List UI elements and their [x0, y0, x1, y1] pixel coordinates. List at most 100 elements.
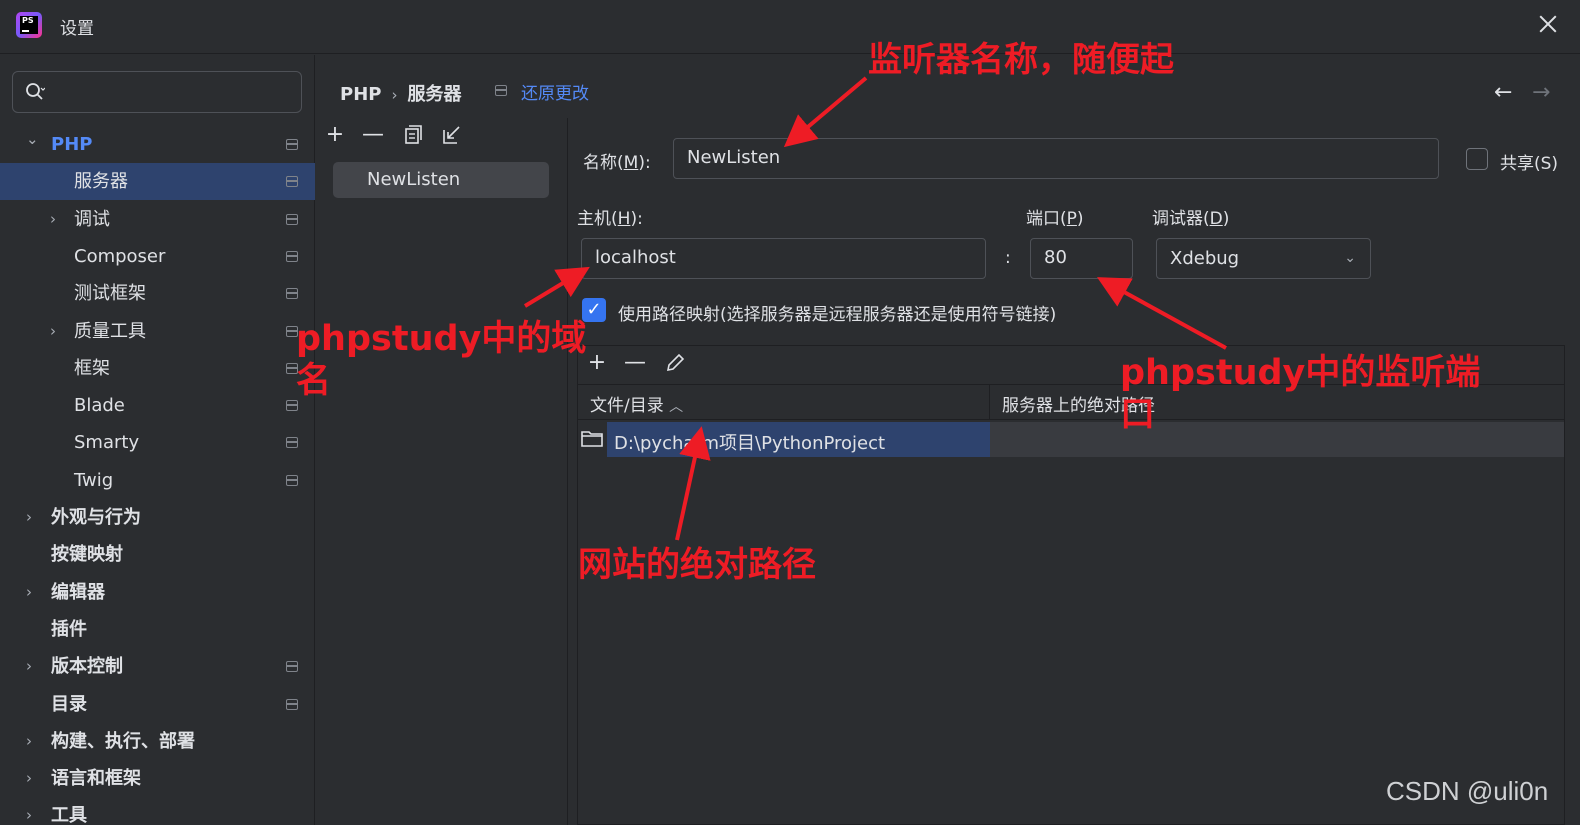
project-level-icon — [286, 699, 298, 710]
sidebar-item-label: 测试框架 — [74, 283, 146, 304]
sidebar-item-11[interactable]: 按键映射 — [0, 536, 315, 573]
sidebar-item-13[interactable]: 插件 — [0, 611, 315, 648]
host-field[interactable]: localhost — [581, 238, 986, 279]
sidebar-item-12[interactable]: › 编辑器 — [0, 574, 315, 611]
chevron-right-icon[interactable]: › — [26, 648, 40, 685]
sidebar-item-1[interactable]: 服务器 — [0, 163, 315, 200]
column-header-local[interactable]: 文件/目录 ︿ — [590, 391, 683, 416]
sidebar-item-2[interactable]: › 调试 — [0, 201, 315, 238]
sidebar-item-label: 目录 — [51, 694, 87, 715]
sidebar-item-7[interactable]: Blade — [0, 387, 315, 424]
import-icon[interactable] — [439, 122, 465, 148]
phpstorm-logo-icon: PS — [16, 12, 42, 38]
sidebar-item-9[interactable]: Twig — [0, 462, 315, 499]
chevron-down-icon[interactable]: ⌄ — [26, 121, 40, 158]
name-field[interactable]: NewListen — [673, 138, 1439, 179]
annotation-path: 网站的绝对路径 — [578, 545, 816, 585]
project-level-icon — [286, 288, 298, 299]
project-level-icon — [286, 251, 298, 262]
sidebar-item-14[interactable]: › 版本控制 — [0, 648, 315, 685]
host-label: 主机(H): — [577, 209, 643, 229]
sidebar-item-16[interactable]: › 构建、执行、部署 — [0, 723, 315, 760]
sidebar-item-6[interactable]: 框架 — [0, 350, 315, 387]
local-path-cell[interactable]: D:\pycharm项目\PythonProject — [614, 429, 885, 455]
project-level-icon — [286, 214, 298, 225]
port-label: 端口(P) — [1026, 209, 1084, 229]
add-mapping-icon[interactable]: + — [584, 350, 610, 376]
sidebar-item-label: 构建、执行、部署 — [51, 731, 195, 752]
breadcrumb-servers: 服务器 — [407, 84, 462, 105]
sidebar-item-label: 版本控制 — [51, 656, 123, 677]
server-list-panel — [316, 118, 568, 825]
debugger-select[interactable]: Xdebug ⌄ — [1156, 238, 1371, 279]
folder-icon — [581, 431, 603, 447]
chevron-right-icon[interactable]: › — [26, 760, 40, 797]
chevron-right-icon[interactable]: › — [26, 499, 40, 536]
sidebar-item-label: 工具 — [51, 805, 87, 825]
project-level-icon — [286, 661, 298, 672]
sidebar-item-label: Smarty — [74, 432, 140, 453]
project-level-icon — [286, 176, 298, 187]
path-mapping-label: 使用路径映射(选择服务器是远程服务器还是使用符号链接) — [618, 305, 1057, 325]
remove-icon[interactable]: — — [360, 122, 386, 148]
sidebar-item-label: 服务器 — [74, 171, 128, 192]
sidebar-item-label: Composer — [74, 246, 166, 267]
sidebar-item-label: Blade — [74, 395, 125, 416]
forward-arrow-icon[interactable]: → — [1532, 80, 1550, 105]
sidebar-item-label: 调试 — [74, 209, 110, 230]
annotation-host: phpstudy中的域名 — [296, 319, 587, 401]
debugger-select-value: Xdebug — [1170, 248, 1240, 269]
host-port-separator: : — [1005, 248, 1011, 268]
remove-mapping-icon[interactable]: — — [622, 350, 648, 376]
chevron-down-icon: ⌄ — [1344, 250, 1356, 266]
annotation-server-name: 监听器名称，随便起 — [868, 40, 1174, 80]
sidebar-item-17[interactable]: › 语言和框架 — [0, 760, 315, 797]
server-list-item[interactable]: NewListen — [333, 162, 549, 198]
sidebar-item-label: 质量工具 — [74, 321, 146, 342]
project-level-icon — [286, 475, 298, 486]
sidebar-item-label: 编辑器 — [51, 582, 105, 603]
reset-changes-link[interactable]: 还原更改 — [521, 79, 589, 104]
chevron-right-icon[interactable]: › — [26, 723, 40, 760]
column-divider[interactable] — [989, 384, 990, 420]
sidebar-item-label: Twig — [74, 470, 114, 491]
breadcrumb: PHP › 服务器 — [340, 80, 461, 106]
title-bar: PS 设置 — [0, 0, 1580, 54]
sidebar-item-15[interactable]: 目录 — [0, 686, 315, 723]
sidebar-item-3[interactable]: Composer — [0, 238, 315, 275]
sidebar-item-5[interactable]: › 质量工具 — [0, 313, 315, 350]
project-level-icon — [286, 139, 298, 150]
add-icon[interactable]: + — [322, 122, 348, 148]
chevron-right-icon[interactable]: › — [50, 313, 64, 350]
chevron-right-icon[interactable]: › — [50, 201, 64, 238]
project-level-icon — [495, 85, 507, 96]
close-icon[interactable] — [1533, 10, 1563, 40]
share-label: 共享(S) — [1500, 154, 1559, 174]
sidebar-item-label: 按键映射 — [51, 544, 123, 565]
search-icon — [26, 83, 45, 100]
sidebar-item-label: 语言和框架 — [51, 768, 141, 789]
sidebar-item-4[interactable]: 测试框架 — [0, 275, 315, 312]
sort-asc-icon: ︿ — [669, 399, 684, 415]
window-title: 设置 — [60, 19, 94, 39]
sidebar-item-8[interactable]: Smarty — [0, 424, 315, 461]
sidebar-item-label: PHP — [51, 134, 93, 155]
watermark: CSDN @uli0n — [1386, 776, 1549, 806]
share-checkbox[interactable] — [1466, 148, 1488, 170]
breadcrumb-php[interactable]: PHP — [340, 84, 381, 105]
port-annotation-arrow — [1096, 277, 1227, 350]
sidebar-item-0[interactable]: ⌄ PHP — [0, 126, 315, 163]
sidebar-item-label: 框架 — [74, 358, 110, 379]
sidebar-item-label: 外观与行为 — [51, 507, 141, 528]
search-input[interactable] — [12, 71, 302, 113]
back-arrow-icon[interactable]: ← — [1494, 80, 1512, 105]
sidebar-item-label: 插件 — [51, 619, 87, 640]
chevron-right-icon[interactable]: › — [26, 574, 40, 611]
sidebar-item-10[interactable]: › 外观与行为 — [0, 499, 315, 536]
edit-mapping-icon[interactable] — [662, 350, 688, 376]
copy-icon[interactable] — [400, 122, 426, 148]
chevron-right-icon[interactable]: › — [26, 797, 40, 825]
sidebar-item-18[interactable]: › 工具 — [0, 797, 315, 825]
name-annotation-arrow — [783, 76, 868, 148]
port-field[interactable]: 80 — [1030, 238, 1133, 279]
